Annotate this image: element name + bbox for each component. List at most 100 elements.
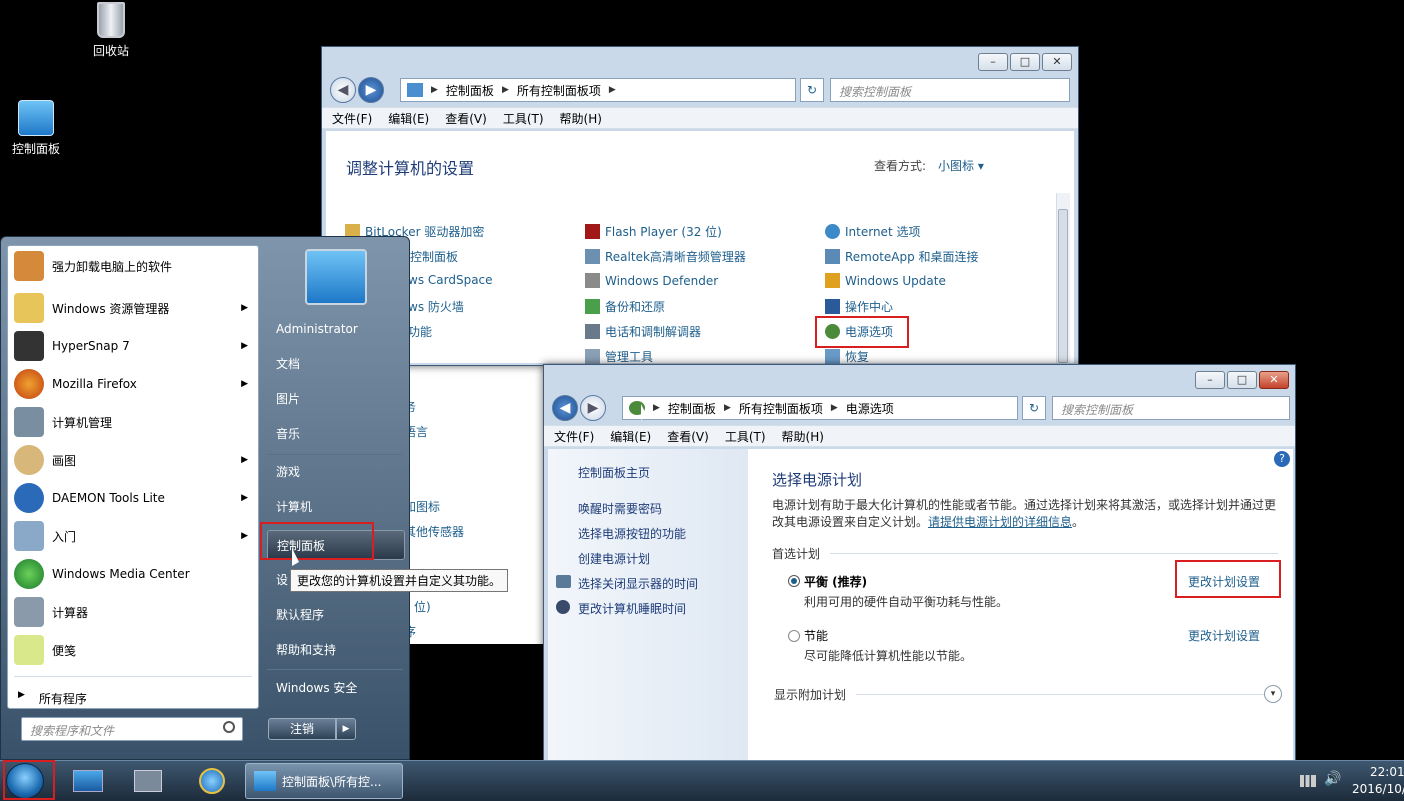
cp-item-recovery[interactable]: 恢复 bbox=[825, 348, 869, 365]
menu-tools[interactable]: 工具(T) bbox=[503, 110, 544, 127]
start-search-input[interactable]: 搜索程序和文件 bbox=[21, 717, 243, 741]
flash-icon bbox=[585, 224, 600, 239]
program-paint[interactable]: 画图 ▶ bbox=[8, 441, 258, 479]
start-link-windows-security[interactable]: Windows 安全 bbox=[267, 673, 405, 703]
cp-item-action-center[interactable]: 操作中心 bbox=[825, 298, 893, 315]
sidebar-item-power-button[interactable]: 选择电源按钮的功能 bbox=[578, 525, 686, 542]
menu-file[interactable]: 文件(F) bbox=[332, 110, 372, 127]
menu-edit[interactable]: 编辑(E) bbox=[610, 428, 651, 445]
sidebar-item-wake-password[interactable]: 唤醒时需要密码 bbox=[578, 500, 662, 517]
show-more-plans-label[interactable]: 显示附加计划 bbox=[774, 686, 846, 703]
address-bar[interactable]: ▶ 控制面板 ▶ 所有控制面板项 ▶ bbox=[400, 78, 796, 102]
clock-date[interactable]: 2016/10/ bbox=[1352, 782, 1404, 796]
back-button[interactable]: ◀ bbox=[330, 77, 356, 103]
forward-button[interactable]: ▶ bbox=[580, 395, 606, 421]
menu-help[interactable]: 帮助(H) bbox=[560, 110, 602, 127]
plan-balanced-radio[interactable] bbox=[788, 575, 800, 587]
forward-button[interactable]: ▶ bbox=[358, 77, 384, 103]
breadcrumb-separator: ▶ bbox=[431, 85, 438, 95]
back-button[interactable]: ◀ bbox=[552, 395, 578, 421]
cp-item-backup[interactable]: 备份和还原 bbox=[585, 298, 665, 315]
menu-tools[interactable]: 工具(T) bbox=[725, 428, 766, 445]
shutdown-options-button[interactable]: ▶ bbox=[336, 718, 356, 740]
menu-edit[interactable]: 编辑(E) bbox=[388, 110, 429, 127]
expand-chevron-icon[interactable]: ▾ bbox=[1264, 685, 1282, 703]
close-button[interactable]: ✕ bbox=[1042, 53, 1072, 71]
menu-view[interactable]: 查看(V) bbox=[445, 110, 487, 127]
cp-item-col1[interactable]: ws 防火墙 bbox=[408, 298, 464, 315]
network-icon[interactable] bbox=[1300, 775, 1316, 787]
program-media-center[interactable]: Windows Media Center bbox=[8, 555, 258, 593]
search-input[interactable]: 搜索控制面板 bbox=[1052, 396, 1290, 420]
desktop-icon-recycle-bin[interactable]: 回收站 bbox=[71, 2, 151, 59]
breadcrumb-item[interactable]: 所有控制面板项 bbox=[517, 82, 601, 99]
start-link-music[interactable]: 音乐 bbox=[267, 419, 405, 449]
cp-item-flash-player[interactable]: Flash Player (32 位) bbox=[585, 223, 722, 240]
menu-file[interactable]: 文件(F) bbox=[554, 428, 594, 445]
program-hypersnap[interactable]: HyperSnap 7 ▶ bbox=[8, 327, 258, 365]
maximize-button[interactable]: □ bbox=[1227, 371, 1257, 389]
start-link-administrator[interactable]: Administrator bbox=[267, 314, 405, 344]
program-sticky-notes[interactable]: 便笺 bbox=[8, 631, 258, 669]
taskbar-internet-explorer[interactable] bbox=[186, 764, 238, 799]
close-button[interactable]: ✕ bbox=[1259, 371, 1289, 389]
cp-item-admin-tools[interactable]: 管理工具 bbox=[585, 348, 653, 365]
program-daemon-tools[interactable]: DAEMON Tools Lite ▶ bbox=[8, 479, 258, 517]
details-link[interactable]: 请提供电源计划的详细信息 bbox=[928, 515, 1072, 529]
clock-time[interactable]: 22:01 bbox=[1370, 765, 1404, 779]
taskbar-show-desktop-app[interactable] bbox=[62, 764, 114, 799]
cp-item-col1[interactable]: 位) bbox=[414, 598, 431, 615]
all-programs[interactable]: ▶ 所有程序 bbox=[18, 690, 87, 707]
user-picture[interactable] bbox=[305, 249, 367, 305]
cp-item-internet-options[interactable]: Internet 选项 bbox=[825, 223, 920, 240]
start-link-computer[interactable]: 计算机 bbox=[267, 492, 405, 522]
breadcrumb-item[interactable]: 控制面板 bbox=[446, 82, 494, 99]
cp-item-windows-defender[interactable]: Windows Defender bbox=[585, 273, 718, 288]
taskbar-control-panel-task[interactable]: 控制面板\所有控... bbox=[245, 763, 403, 799]
volume-icon[interactable]: 🔊 bbox=[1324, 771, 1341, 787]
minimize-button[interactable]: – bbox=[978, 53, 1008, 71]
start-link-documents[interactable]: 文档 bbox=[267, 349, 405, 379]
help-icon[interactable]: ? bbox=[1274, 451, 1290, 467]
maximize-button[interactable]: □ bbox=[1010, 53, 1040, 71]
cp-item-phone-modem[interactable]: 电话和调制解调器 bbox=[585, 323, 701, 340]
cp-item-col1[interactable]: 其他传感器 bbox=[404, 523, 464, 540]
view-mode-dropdown[interactable]: 小图标 ▾ bbox=[938, 157, 984, 174]
start-link-default-programs[interactable]: 默认程序 bbox=[267, 600, 405, 630]
breadcrumb-item[interactable]: 所有控制面板项 bbox=[739, 400, 823, 417]
refresh-button[interactable]: ↻ bbox=[800, 78, 824, 102]
desktop-icon-control-panel[interactable]: 控制面板 bbox=[0, 100, 76, 157]
sidebar-item-create-plan[interactable]: 创建电源计划 bbox=[578, 550, 650, 567]
minimize-button[interactable]: – bbox=[1195, 371, 1225, 389]
taskbar-window-switcher[interactable] bbox=[122, 764, 174, 799]
program-uninstaller[interactable]: 强力卸载电脑上的软件 bbox=[8, 247, 258, 285]
menu-view[interactable]: 查看(V) bbox=[667, 428, 709, 445]
cp-item-col1[interactable]: ws CardSpace bbox=[408, 273, 493, 287]
logoff-button[interactable]: 注销 bbox=[268, 718, 336, 740]
search-input[interactable]: 搜索控制面板 bbox=[830, 78, 1070, 102]
cp-item-realtek[interactable]: Realtek高清晰音频管理器 bbox=[585, 248, 746, 265]
sidebar-item-sleep[interactable]: 更改计算机睡眠时间 bbox=[578, 600, 686, 617]
scrollbar-thumb[interactable] bbox=[1058, 209, 1068, 363]
refresh-button[interactable]: ↻ bbox=[1022, 396, 1046, 420]
cp-item-remoteapp[interactable]: RemoteApp 和桌面连接 bbox=[825, 248, 979, 265]
breadcrumb-item[interactable]: 电源选项 bbox=[846, 400, 894, 417]
sidebar-item-home[interactable]: 控制面板主页 bbox=[578, 464, 650, 481]
program-explorer[interactable]: Windows 资源管理器 ▶ bbox=[8, 289, 258, 327]
cp-item-col1[interactable]: 功能 bbox=[408, 323, 432, 340]
menu-help[interactable]: 帮助(H) bbox=[782, 428, 824, 445]
program-computer-management[interactable]: 计算机管理 bbox=[8, 403, 258, 441]
address-bar[interactable]: ▶ 控制面板 ▶ 所有控制面板项 ▶ 电源选项 bbox=[622, 396, 1018, 420]
start-link-pictures[interactable]: 图片 bbox=[267, 384, 405, 414]
start-link-help[interactable]: 帮助和支持 bbox=[267, 635, 405, 665]
program-calculator[interactable]: 计算器 bbox=[8, 593, 258, 631]
program-firefox[interactable]: Mozilla Firefox ▶ bbox=[8, 365, 258, 403]
change-plan-settings-saver[interactable]: 更改计划设置 bbox=[1188, 627, 1260, 644]
breadcrumb-item[interactable]: 控制面板 bbox=[668, 400, 716, 417]
cp-item-col1[interactable]: 控制面板 bbox=[410, 248, 458, 265]
cp-item-windows-update[interactable]: Windows Update bbox=[825, 273, 946, 288]
sidebar-item-display-off[interactable]: 选择关闭显示器的时间 bbox=[578, 575, 698, 592]
program-getting-started[interactable]: 入门 ▶ bbox=[8, 517, 258, 555]
plan-power-saver-radio[interactable] bbox=[788, 630, 800, 642]
start-link-games[interactable]: 游戏 bbox=[267, 457, 405, 487]
